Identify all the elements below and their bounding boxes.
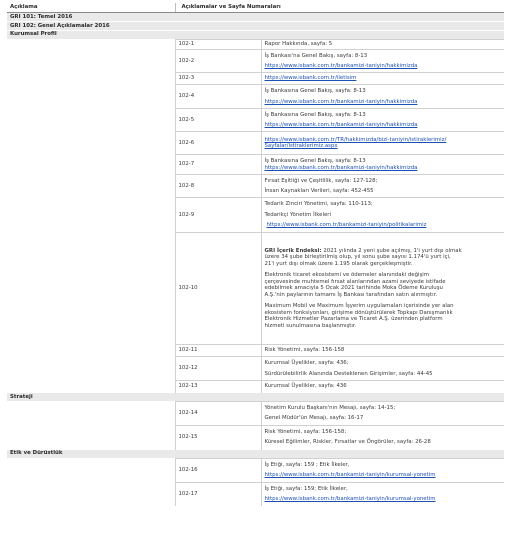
table-row: 102-9 Tedarik Zinciri Yönetimi, sayfa: 1… [7,197,505,233]
disclosure-code: 102-10 [174,232,262,345]
disclosure-code: 102-4 [174,84,262,109]
disclosure-text: Yönetim Kurulu Başkanı'nın Mesajı, sayfa… [261,400,505,426]
disclosure-text: https://www.isbank.com.tr/TR/hakkimizda/… [261,131,505,155]
header-aciklama: Açıklama [7,3,175,14]
disclosure-text: Risk Yönetimi, sayfa: 156-158; Küresel E… [261,424,505,450]
isbank-link-cont[interactable]: Sayfalar/istiraklerimiz.aspx [265,143,502,149]
disclosure-text: İş Bankasına Genel Bakış, sayfa: 8-13 ht… [261,84,505,109]
gri-index-page: Açıklama Açıklamalar ve Sayfa Numaraları… [0,0,508,534]
disclosure-code: 102-2 [174,49,262,73]
isbank-link[interactable]: https://www.isbank.com.tr/bankamizi-tani… [265,495,502,503]
disclosure-text: Rapor Hakkında, sayfa: 5 [261,38,505,50]
section-row: Etik ve Dürüstlük [7,448,505,459]
table-row: 102-7 İş Bankasına Genel Bakış, sayfa: 8… [7,154,505,175]
isbank-link[interactable]: https://www.isbank.com.tr/bankamizi-tani… [265,98,502,106]
disclosure-text: İş Etiği, sayfa: 159; Etik İlkeler, http… [261,481,505,507]
table-row: 102-3 https://www.isbank.com.tr/iletisim [7,72,505,85]
table-row: 102-10 GRI İçerik Endeksi: 2021 yılında … [7,232,505,345]
disclosure-code: 102-9 [174,197,262,233]
disclosure-code: 102-1 [174,38,262,50]
table-row: 102-1 Rapor Hakkında, sayfa: 5 [7,38,505,50]
section-gri101: GRI 101: Temel 2016 [7,12,505,22]
isbank-link[interactable]: https://www.isbank.com.tr/bankamizi-tani… [265,221,502,229]
table-row: 102-12 Kurumsal Üyelikler, sayfa: 436; S… [7,356,505,381]
section-etik: Etik ve Dürüstlük [7,448,505,459]
section-kurumsal-profil: Kurumsal Profil [7,29,505,39]
disclosure-text: İş Etiği, sayfa: 159 ; Etik İlkeler, htt… [261,457,505,483]
header-aciklamalar: Açıklamalar ve Sayfa Numaraları [174,3,505,14]
table-row: 102-16 İş Etiği, sayfa: 159 ; Etik İlkel… [7,457,505,483]
isbank-link[interactable]: https://www.isbank.com.tr/iletisim [265,74,502,82]
disclosure-code: 102-14 [174,400,262,426]
disclosure-code: 102-15 [174,424,262,450]
isbank-link[interactable]: https://www.isbank.com.tr/bankamizi-tani… [265,62,502,70]
table-row: 102-6 https://www.isbank.com.tr/TR/hakki… [7,131,505,155]
table-row: 102-4 İş Bankasına Genel Bakış, sayfa: 8… [7,84,505,109]
section-row: GRI 102: Genel Açıklamalar 2016 [7,21,505,31]
disclosure-code: 102-17 [174,481,262,507]
disclosure-code: 102-12 [174,356,262,381]
table-row: 102-13 Kurumsal Üyelikler, sayfa: 436 [7,380,505,393]
section-gri102: GRI 102: Genel Açıklamalar 2016 [7,21,505,31]
table-row: 102-15 Risk Yönetimi, sayfa: 156-158; Kü… [7,424,505,450]
section-row: GRI 101: Temel 2016 [7,12,505,22]
table-row: 102-2 İş Bankası'na Genel Bakış, sayfa: … [7,49,505,73]
disclosure-text: Kurumsal Üyelikler, sayfa: 436; Sürdürül… [261,356,505,381]
disclosure-text: Risk Yönetimi, sayfa: 156-158 [261,344,505,357]
section-row: Strateji [7,392,505,402]
disclosure-text: İş Bankasına Genel Bakış, sayfa: 8-13 ht… [261,108,505,132]
disclosure-code: 102-11 [174,344,262,357]
disclosure-text: İş Bankasına Genel Bakış, sayfa: 8-13 ht… [261,154,505,175]
disclosure-text: https://www.isbank.com.tr/iletisim [261,72,505,85]
disclosure-code: 102-3 [174,72,262,85]
table-row: 102-11 Risk Yönetimi, sayfa: 156-158 [7,344,505,357]
disclosure-code: 102-5 [174,108,262,132]
isbank-link[interactable]: https://www.isbank.com.tr/bankamizi-tani… [265,165,502,171]
table-row: 102-17 İş Etiği, sayfa: 159; Etik İlkele… [7,481,505,507]
isbank-link[interactable]: https://www.isbank.com.tr/bankamizi-tani… [265,471,502,479]
section-row: Kurumsal Profil [7,29,505,39]
section-strateji: Strateji [7,392,505,402]
disclosure-text: GRI İçerik Endeksi: 2021 yılında 2 yeni … [261,232,505,345]
disclosure-code: 102-6 [174,131,262,155]
disclosure-text: Tedarik Zinciri Yönetimi, sayfa: 110-113… [261,197,505,233]
isbank-link[interactable]: https://www.isbank.com.tr/bankamizi-tani… [265,121,502,129]
table-header-row: Açıklama Açıklamalar ve Sayfa Numaraları [7,3,505,14]
disclosure-code: 102-8 [174,174,262,198]
table-row: 102-14 Yönetim Kurulu Başkanı'nın Mesajı… [7,400,505,426]
disclosure-code: 102-16 [174,457,262,483]
table-row: 102-8 Fırsat Eşitliği ve Çeşitlilik, say… [7,174,505,198]
disclosure-code: 102-13 [174,380,262,393]
disclosure-text: Kurumsal Üyelikler, sayfa: 436 [261,380,505,393]
gri-content-index-table: Açıklama Açıklamalar ve Sayfa Numaraları… [7,3,505,507]
disclosure-text: Fırsat Eşitliği ve Çeşitlilik, sayfa: 12… [261,174,505,198]
disclosure-text: İş Bankası'na Genel Bakış, sayfa: 8-13 h… [261,49,505,73]
table-row: 102-5 İş Bankasına Genel Bakış, sayfa: 8… [7,108,505,132]
disclosure-code: 102-7 [174,154,262,175]
